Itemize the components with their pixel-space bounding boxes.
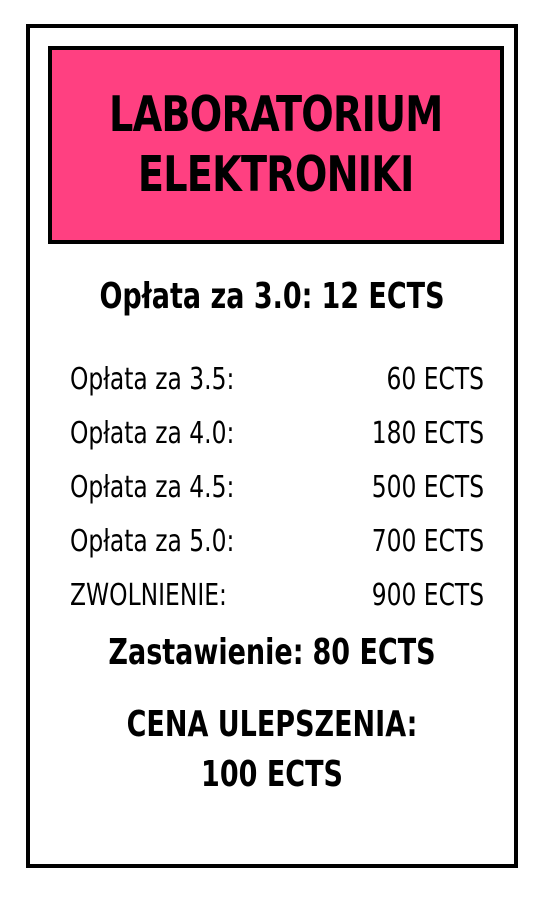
upgrade-label: CENA ULEPSZENIA:: [126, 704, 418, 745]
rent-level-row: Opłata za 4.5: 500 ECTS: [70, 460, 484, 514]
rent-level-label: Opłata za 5.0:: [70, 523, 235, 559]
property-title-bar: LABORATORIUM ELEKTRONIKI: [48, 46, 504, 244]
rent-level-value: 900 ECTS: [371, 577, 484, 613]
upgrade-amount: 100 ECTS: [201, 754, 343, 795]
base-rent-value: 12 ECTS: [321, 276, 445, 317]
rent-level-label: ZWOLNIENIE:: [70, 577, 227, 613]
rent-level-value: 60 ECTS: [386, 361, 484, 397]
mortgage-label: Zastawienie:: [108, 632, 304, 673]
rent-level-label: Opłata za 4.0:: [70, 415, 235, 451]
rent-level-label: Opłata za 4.5:: [70, 469, 235, 505]
upgrade-cost: CENA ULEPSZENIA: 100 ECTS: [30, 700, 514, 800]
base-rent: Opłata za 3.0: 12 ECTS: [91, 276, 454, 317]
rent-level-row: ZWOLNIENIE: 900 ECTS: [70, 568, 484, 622]
rent-level-value: 180 ECTS: [371, 415, 484, 451]
rent-levels-list: Opłata za 3.5: 60 ECTS Opłata za 4.0: 18…: [70, 352, 484, 622]
rent-level-row: Opłata za 3.5: 60 ECTS: [70, 352, 484, 406]
mortgage-amount: 80 ECTS: [312, 632, 436, 673]
property-title-line-1: LABORATORIUM: [109, 86, 443, 143]
property-title-line-2: ELEKTRONIKI: [138, 146, 414, 203]
rent-level-value: 700 ECTS: [371, 523, 484, 559]
rent-level-value: 500 ECTS: [371, 469, 484, 505]
rent-level-row: Opłata za 4.0: 180 ECTS: [70, 406, 484, 460]
mortgage-value: Zastawienie: 80 ECTS: [91, 632, 454, 673]
rent-level-row: Opłata za 5.0: 700 ECTS: [70, 514, 484, 568]
base-rent-label: Opłata za 3.0:: [99, 276, 313, 317]
rent-level-label: Opłata za 3.5:: [70, 361, 235, 397]
property-card: LABORATORIUM ELEKTRONIKI Opłata za 3.0: 1…: [26, 24, 518, 868]
